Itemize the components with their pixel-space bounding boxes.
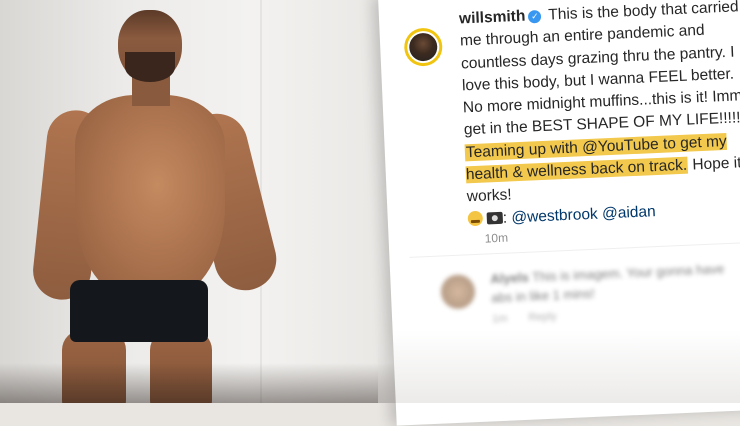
mention-link[interactable]: @westbrook	[511, 205, 598, 226]
post-photo	[0, 0, 420, 403]
comment-reply-link[interactable]: Reply	[528, 311, 557, 324]
post-caption: willsmith ✓ This is the body that carried…	[459, 0, 740, 231]
commenter-avatar[interactable]	[440, 274, 476, 310]
verified-badge-icon: ✓	[528, 9, 542, 24]
avatar-image	[408, 32, 438, 62]
mention-link[interactable]: @aidan	[602, 203, 656, 222]
avatar-ring	[406, 30, 440, 64]
comment-meta: 1m Reply	[492, 311, 557, 326]
grimacing-face-icon	[467, 210, 484, 226]
person-shorts	[70, 280, 208, 342]
person-beard	[125, 52, 175, 82]
camera-icon	[486, 211, 504, 225]
comment-time: 1m	[491, 312, 508, 326]
person-torso	[75, 95, 225, 295]
username-link[interactable]: willsmith	[459, 8, 526, 28]
card-bottom-fade	[378, 330, 740, 403]
photo-bottom-shade	[0, 363, 420, 403]
post-timestamp: 10m	[484, 230, 509, 246]
profile-avatar[interactable]	[403, 27, 444, 67]
comment-body: Alyels This is imagem. Your gonna have a…	[490, 258, 740, 307]
commenter-username[interactable]: Alyels	[490, 270, 529, 287]
photo-credit-prefix: :	[502, 209, 508, 227]
